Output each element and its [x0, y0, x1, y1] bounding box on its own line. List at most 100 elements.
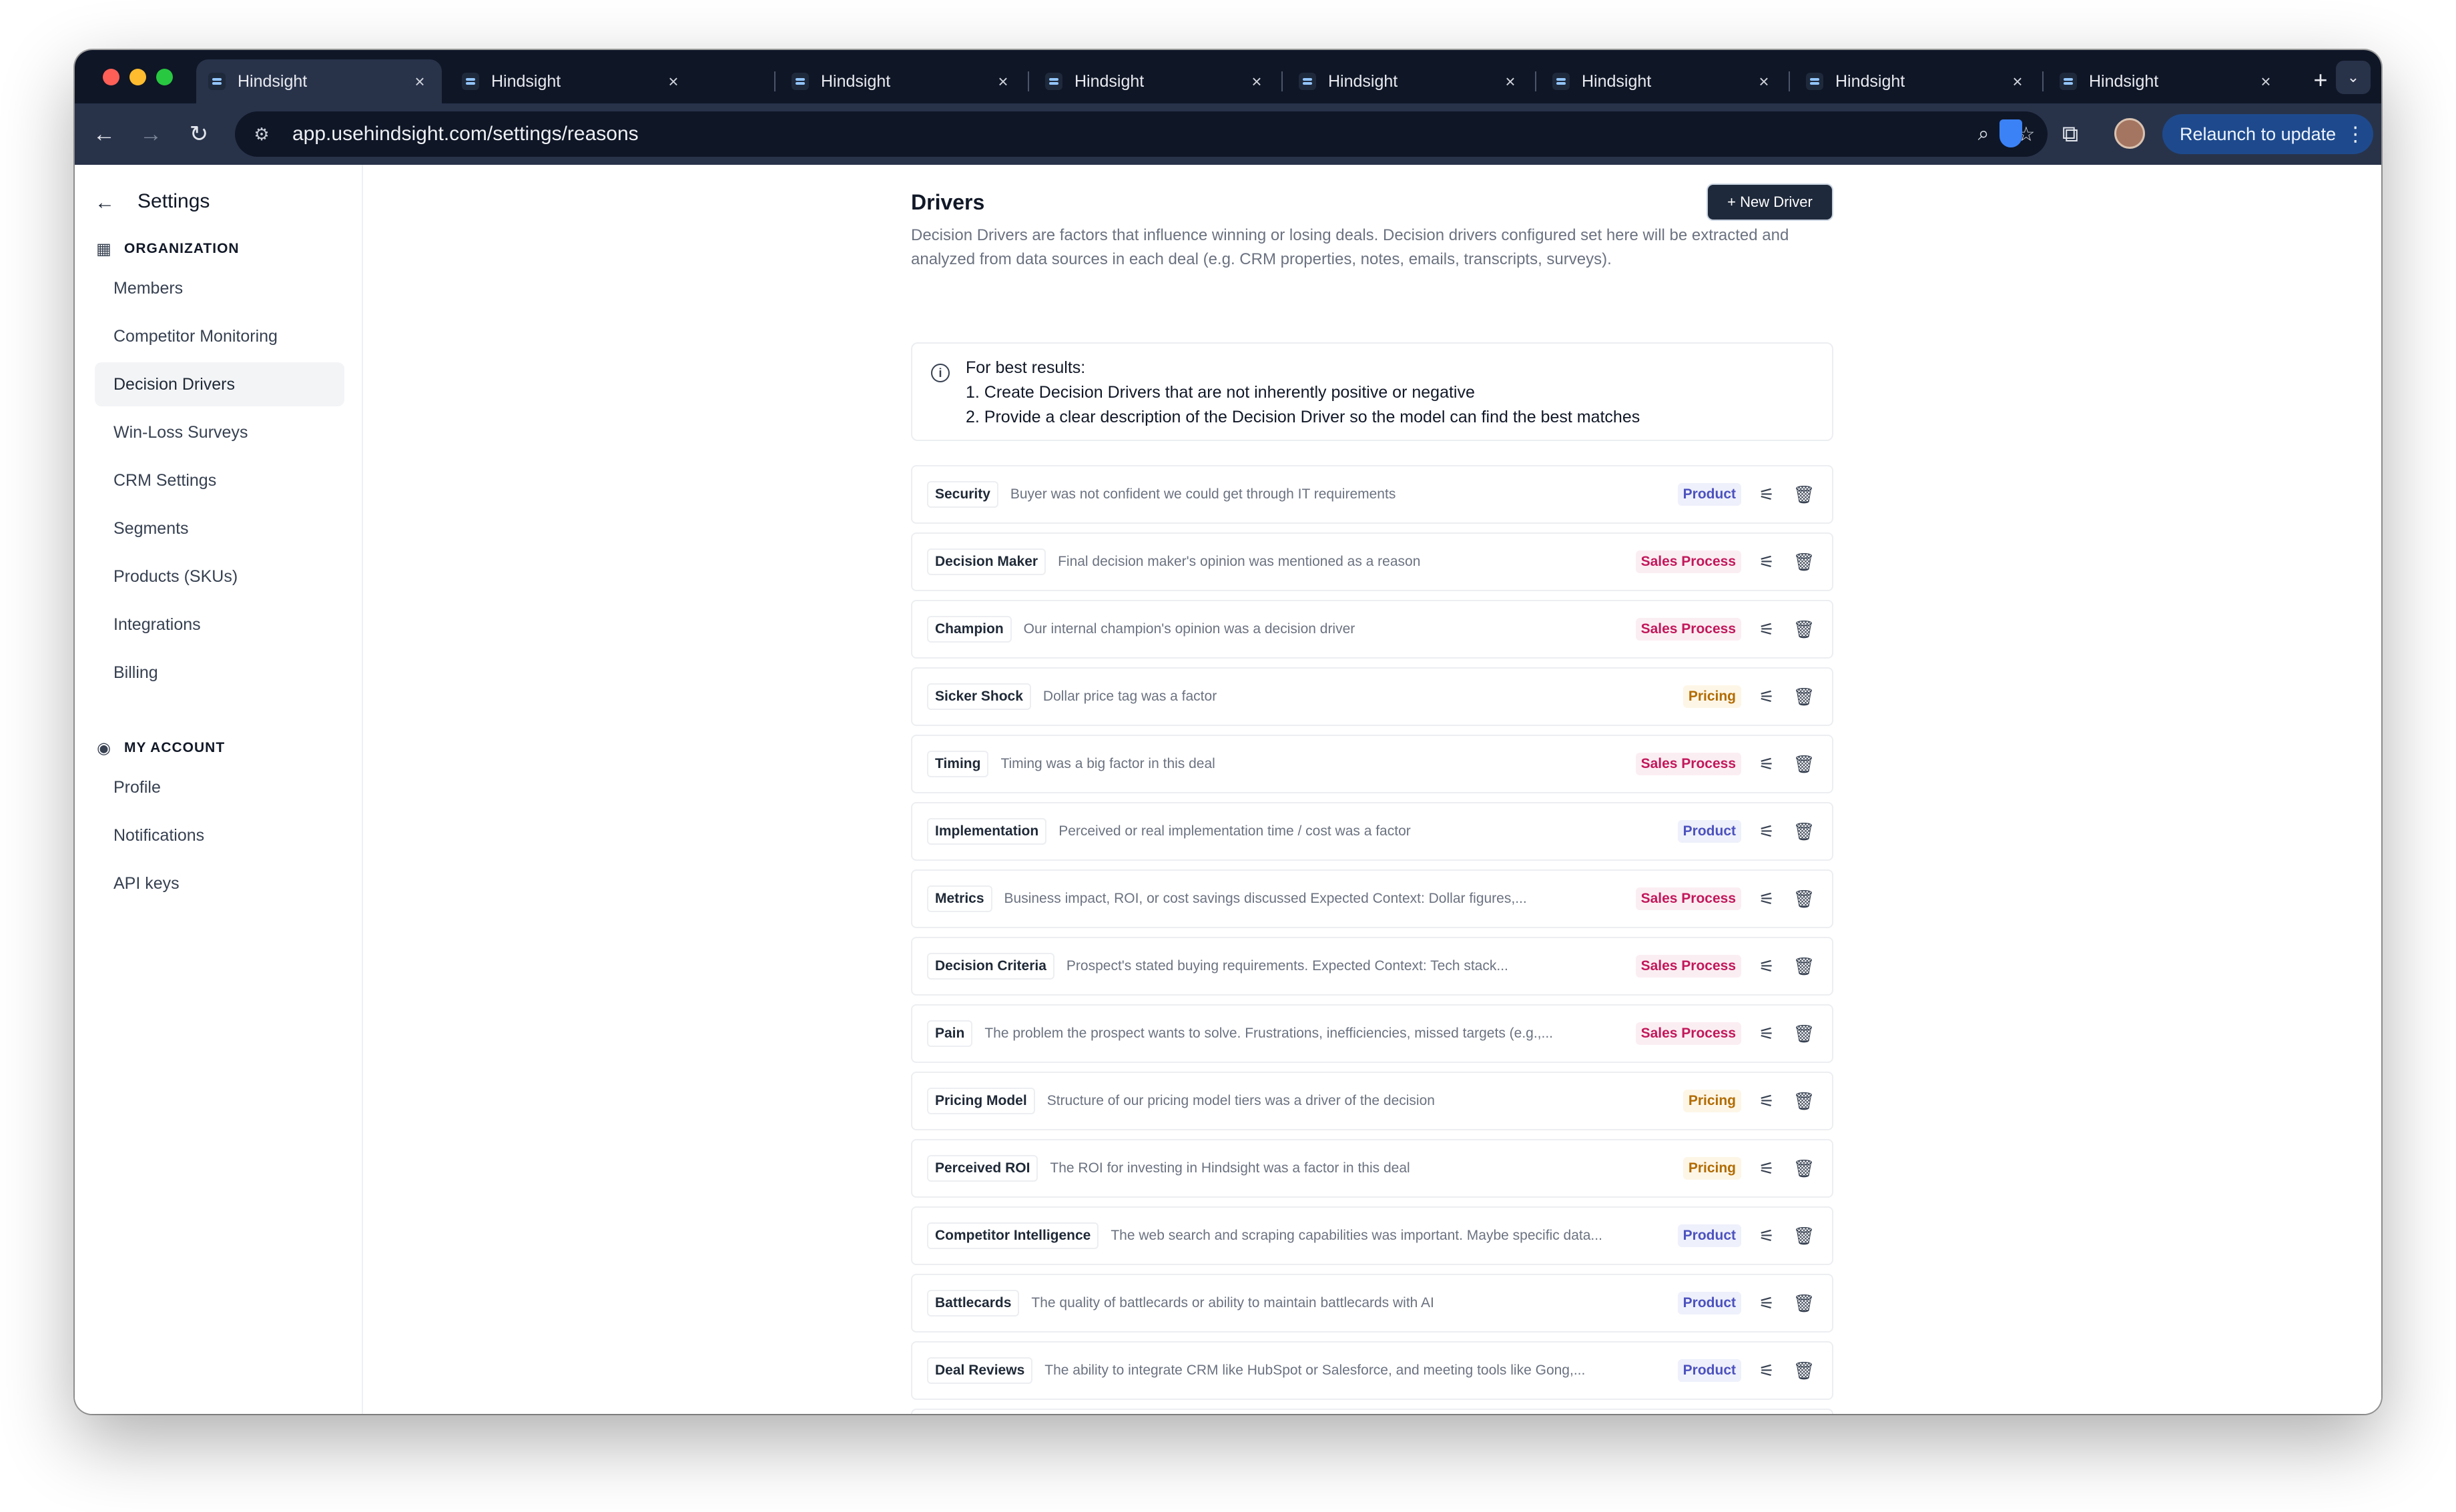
- sidebar-item-integrations[interactable]: Integrations: [95, 603, 344, 647]
- sliders-icon[interactable]: ⚟: [1751, 1293, 1783, 1314]
- trash-icon[interactable]: 🗑: [1788, 1158, 1820, 1179]
- maximize-window-button[interactable]: [156, 69, 173, 85]
- sliders-icon[interactable]: ⚟: [1751, 1024, 1783, 1044]
- driver-row[interactable]: Battlecards The quality of battlecards or…: [911, 1274, 1833, 1333]
- driver-name: Metrics: [927, 885, 992, 912]
- browser-tab[interactable]: Hindsight ×: [1033, 59, 1279, 103]
- sidebar-item-billing[interactable]: Billing: [95, 651, 344, 695]
- sliders-icon[interactable]: ⚟: [1751, 754, 1783, 775]
- tab-search-chevron-down-icon[interactable]: ⌄: [2336, 61, 2371, 94]
- category-badge: Product: [1677, 1224, 1741, 1247]
- driver-row[interactable]: Sicker Shock Dollar price tag was a facto…: [911, 667, 1833, 726]
- new-driver-button[interactable]: + New Driver: [1708, 185, 1832, 220]
- trash-icon[interactable]: 🗑: [1788, 754, 1820, 775]
- tune-icon[interactable]: ⚙: [240, 124, 283, 145]
- close-icon[interactable]: ×: [2009, 71, 2026, 92]
- puzzle-icon[interactable]: ⧉: [2054, 118, 2086, 150]
- driver-row[interactable]: Decision Maker Final decision maker's opi…: [911, 532, 1833, 591]
- arrow-left-icon[interactable]: ←: [88, 118, 120, 150]
- driver-row[interactable]: Brand Trust & ReputationMore established…: [911, 1409, 1833, 1414]
- trash-icon[interactable]: 🗑: [1788, 956, 1820, 977]
- driver-row[interactable]: Timing Timing was a big factor in this de…: [911, 735, 1833, 793]
- trash-icon[interactable]: 🗑: [1788, 1226, 1820, 1246]
- sidebar-item-notifications[interactable]: Notifications: [95, 813, 344, 857]
- sidebar-item-segments[interactable]: Segments: [95, 506, 344, 550]
- url-text[interactable]: app.usehindsight.com/settings/reasons: [292, 123, 1962, 145]
- driver-description: Perceived or real implementation time / …: [1058, 823, 1411, 839]
- sliders-icon[interactable]: ⚟: [1751, 552, 1783, 573]
- arrow-left-icon[interactable]: ←: [95, 192, 115, 214]
- trash-icon[interactable]: 🗑: [1788, 484, 1820, 505]
- close-icon[interactable]: ×: [994, 71, 1012, 92]
- tab-title: Hindsight: [2089, 71, 2159, 91]
- driver-row[interactable]: Competitor Intelligence The web search an…: [911, 1206, 1833, 1265]
- sidebar-item-competitor-monitoring[interactable]: Competitor Monitoring: [95, 314, 344, 358]
- sliders-icon[interactable]: ⚟: [1751, 619, 1783, 640]
- trash-icon[interactable]: 🗑: [1788, 1361, 1820, 1381]
- close-icon[interactable]: ×: [1248, 71, 1265, 92]
- close-icon[interactable]: ×: [1502, 71, 1519, 92]
- sliders-icon[interactable]: ⚟: [1751, 1361, 1783, 1381]
- driver-row[interactable]: Implementation Perceived or real implemen…: [911, 802, 1833, 861]
- browser-tab[interactable]: Hindsight ×: [1794, 59, 2040, 103]
- trash-icon[interactable]: 🗑: [1788, 687, 1820, 707]
- trash-icon[interactable]: 🗑: [1788, 821, 1820, 842]
- trash-icon[interactable]: 🗑: [1788, 1091, 1820, 1112]
- sliders-icon[interactable]: ⚟: [1751, 1091, 1783, 1112]
- avatar[interactable]: [2114, 118, 2145, 149]
- arrow-right-icon[interactable]: →: [135, 118, 167, 150]
- category-badge: Sales Process: [1635, 1022, 1741, 1045]
- trash-icon[interactable]: 🗑: [1788, 619, 1820, 640]
- close-icon[interactable]: ×: [665, 71, 682, 92]
- driver-row[interactable]: Decision Criteria Prospect's stated buyin…: [911, 937, 1833, 996]
- sliders-icon[interactable]: ⚟: [1751, 1226, 1783, 1246]
- trash-icon[interactable]: 🗑: [1788, 889, 1820, 909]
- driver-row[interactable]: Champion Our internal champion's opinion …: [911, 600, 1833, 659]
- sidebar-item-decision-drivers[interactable]: Decision Drivers: [95, 362, 344, 406]
- sliders-icon[interactable]: ⚟: [1751, 956, 1783, 977]
- driver-row[interactable]: Deal Reviews The ability to integrate CRM…: [911, 1341, 1833, 1400]
- my-account-section-header: ◉ MY ACCOUNT: [95, 739, 225, 757]
- address-bar[interactable]: ⚙ app.usehindsight.com/settings/reasons …: [235, 111, 2048, 157]
- sidebar-item-win-loss-surveys[interactable]: Win-Loss Surveys: [95, 410, 344, 454]
- browser-tab[interactable]: Hindsight ×: [450, 59, 695, 103]
- driver-row[interactable]: Pricing Model Structure of our pricing mo…: [911, 1072, 1833, 1130]
- sliders-icon[interactable]: ⚟: [1751, 1158, 1783, 1179]
- close-icon[interactable]: ×: [1755, 71, 1773, 92]
- sidebar-item-api-keys[interactable]: API keys: [95, 861, 344, 905]
- browser-toolbar: ← → ↻ ⚙ app.usehindsight.com/settings/re…: [75, 103, 2381, 165]
- sidebar-item-profile[interactable]: Profile: [95, 765, 344, 809]
- reload-icon[interactable]: ↻: [183, 118, 215, 150]
- browser-tab[interactable]: Hindsight ×: [2048, 59, 2288, 103]
- sidebar-item-members[interactable]: Members: [95, 266, 344, 310]
- close-icon[interactable]: ×: [411, 71, 428, 92]
- sidebar-item-crm-settings[interactable]: CRM Settings: [95, 458, 344, 502]
- bitwarden-shield-icon[interactable]: [2000, 119, 2022, 147]
- tab-title: Hindsight: [1582, 71, 1652, 91]
- sliders-icon[interactable]: ⚟: [1751, 889, 1783, 909]
- relaunch-button[interactable]: Relaunch to update ⋮: [2162, 114, 2373, 154]
- sliders-icon[interactable]: ⚟: [1751, 687, 1783, 707]
- tab-separator: [1281, 71, 1283, 91]
- magnifier-icon[interactable]: ⌕: [1962, 123, 2005, 145]
- sidebar-item-label: Notifications: [113, 825, 205, 845]
- minimize-window-button[interactable]: [129, 69, 146, 85]
- driver-row[interactable]: Security Buyer was not confident we could…: [911, 465, 1833, 524]
- close-icon[interactable]: ×: [2257, 71, 2274, 92]
- trash-icon[interactable]: 🗑: [1788, 1293, 1820, 1314]
- trash-icon[interactable]: 🗑: [1788, 1024, 1820, 1044]
- sliders-icon[interactable]: ⚟: [1751, 484, 1783, 505]
- driver-row[interactable]: Pain The problem the prospect wants to so…: [911, 1004, 1833, 1063]
- browser-tab[interactable]: Hindsight ×: [780, 59, 1025, 103]
- close-window-button[interactable]: [103, 69, 119, 85]
- driver-row[interactable]: Perceived ROI The ROI for investing in Hi…: [911, 1139, 1833, 1198]
- driver-description: Final decision maker's opinion was menti…: [1058, 554, 1421, 569]
- browser-tab[interactable]: Hindsight ×: [196, 59, 442, 103]
- browser-tab[interactable]: Hindsight ×: [1540, 59, 1786, 103]
- sliders-icon[interactable]: ⚟: [1751, 821, 1783, 842]
- sidebar-item-products[interactable]: Products (SKUs): [95, 554, 344, 599]
- new-tab-plus-icon[interactable]: +: [2304, 63, 2337, 97]
- driver-row[interactable]: Metrics Business impact, ROI, or cost sav…: [911, 869, 1833, 928]
- browser-tab[interactable]: Hindsight ×: [1287, 59, 1532, 103]
- trash-icon[interactable]: 🗑: [1788, 552, 1820, 573]
